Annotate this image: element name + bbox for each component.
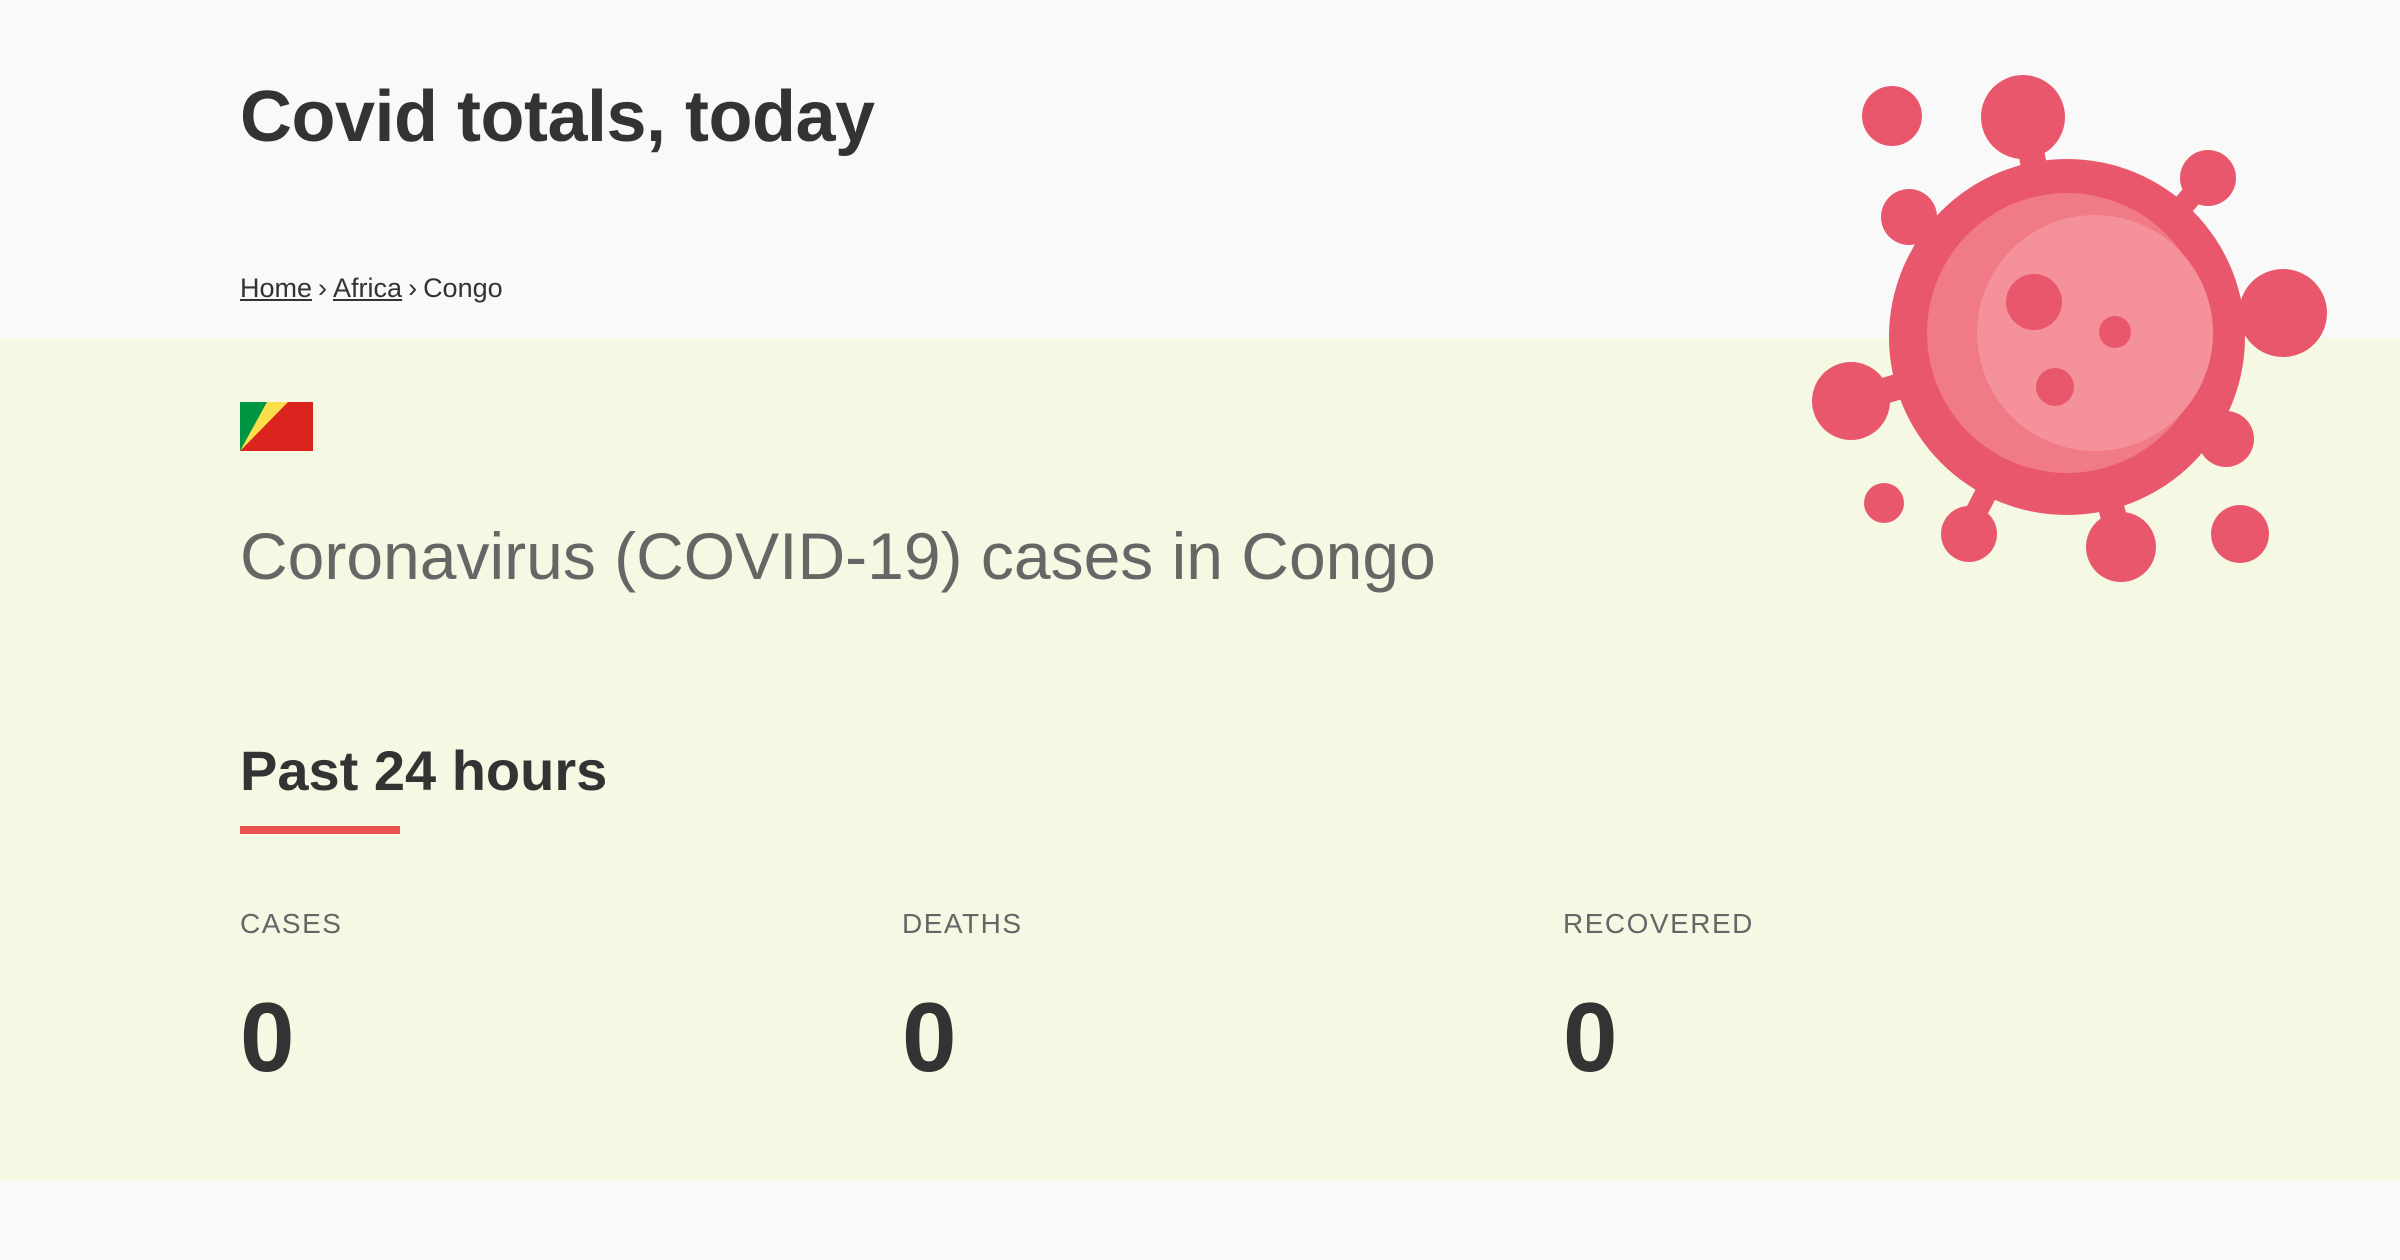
stat-label: CASES [240,908,343,939]
breadcrumb-separator: › [318,273,328,303]
stat-recovered: RECOVERED 0 [1563,900,2163,1092]
congo-flag-icon [240,402,313,451]
site-title: Covid totals, today [240,77,875,157]
breadcrumb-africa-link[interactable]: Africa [333,273,402,303]
breadcrumb-current: Congo [423,273,503,303]
stat-label: RECOVERED [1563,908,1754,939]
stat-value: 0 [240,982,295,1092]
stat-value: 0 [902,982,957,1092]
breadcrumb-home-link[interactable]: Home [240,273,312,303]
stat-value: 0 [1563,982,1618,1092]
breadcrumb-separator: › [408,273,418,303]
stat-deaths: DEATHS 0 [902,900,1502,1092]
section-underline [240,826,400,834]
country-heading: Coronavirus (COVID-19) cases in Congo [240,519,1436,593]
virus-icon [1812,75,2327,582]
stat-label: DEATHS [902,908,1023,939]
section-title: Past 24 hours [240,739,608,802]
breadcrumb: Home › Africa › Congo [240,268,503,308]
stat-cases: CASES 0 [240,900,840,1092]
